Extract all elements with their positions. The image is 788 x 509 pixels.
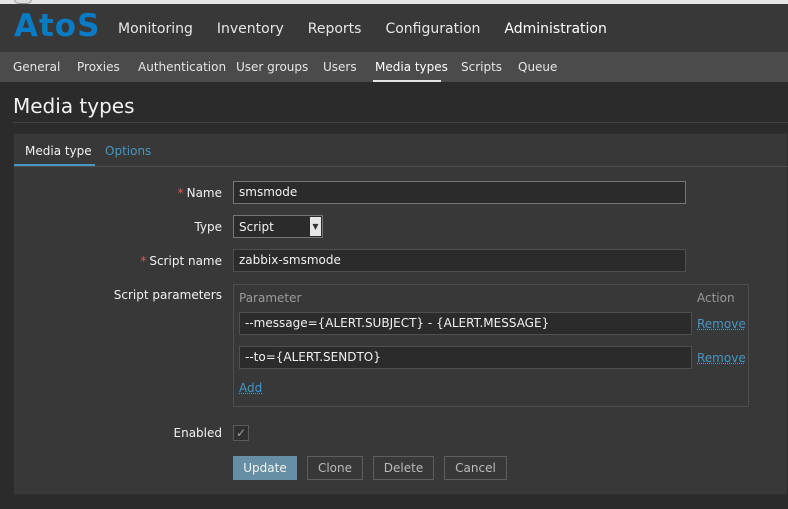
submenu-authentication[interactable]: Authentication xyxy=(138,60,226,74)
submenu-proxies[interactable]: Proxies xyxy=(77,60,120,74)
menu-reports[interactable]: Reports xyxy=(308,21,362,37)
add-parameter-link[interactable]: Add xyxy=(239,381,262,395)
menu-administration[interactable]: Administration xyxy=(504,21,606,37)
name-label: * Name xyxy=(114,186,222,200)
remove-parameter-link[interactable]: Remove xyxy=(697,317,746,331)
name-label-text: Name xyxy=(186,186,222,200)
required-mark: * xyxy=(140,254,147,268)
cancel-button[interactable]: Cancel xyxy=(444,456,507,480)
action-column-header: Action xyxy=(697,291,735,305)
submenu-queue[interactable]: Queue xyxy=(518,60,557,74)
script-name-label-text: Script name xyxy=(149,254,222,268)
script-parameters-label: Script parameters xyxy=(113,288,222,302)
tab-media-type[interactable]: Media type xyxy=(25,144,92,158)
page-title: Media types xyxy=(13,94,135,118)
atos-logo[interactable]: AtoS xyxy=(14,8,100,44)
chevron-down-icon[interactable]: ▼ xyxy=(310,217,321,236)
submenu-users[interactable]: Users xyxy=(323,60,357,74)
submenu-media-types[interactable]: Media types xyxy=(375,60,448,74)
type-label: Type xyxy=(194,220,222,234)
active-submenu-underline xyxy=(373,80,441,82)
title-divider xyxy=(13,122,788,123)
type-select[interactable]: Script ▼ xyxy=(233,215,323,238)
parameter-input[interactable]: --message={ALERT.SUBJECT} - {ALERT.MESSA… xyxy=(239,312,692,335)
script-name-input[interactable]: zabbix-smsmode xyxy=(233,249,686,272)
form-tabs: Media type Options xyxy=(14,134,788,167)
top-navigation: AtoS Monitoring Inventory Reports Config… xyxy=(0,4,788,52)
menu-inventory[interactable]: Inventory xyxy=(217,21,284,37)
main-menu: Monitoring Inventory Reports Configurati… xyxy=(118,21,631,37)
tab-options[interactable]: Options xyxy=(105,144,151,158)
menu-configuration[interactable]: Configuration xyxy=(385,21,480,37)
type-select-value: Script xyxy=(239,220,274,234)
sub-navigation: General Proxies Authentication User grou… xyxy=(0,52,788,82)
active-tab-underline xyxy=(14,164,95,166)
media-type-form-panel: Media type Options * Name smsmode Type Sc… xyxy=(13,133,788,495)
required-mark: * xyxy=(177,186,184,200)
script-name-label: * Script name xyxy=(94,254,222,268)
name-input[interactable]: smsmode xyxy=(233,181,686,204)
delete-button[interactable]: Delete xyxy=(373,456,434,480)
parameter-column-header: Parameter xyxy=(239,291,302,305)
submenu-general[interactable]: General xyxy=(13,60,60,74)
checkmark-icon: ✓ xyxy=(235,426,247,440)
enabled-checkbox[interactable]: ✓ xyxy=(233,425,249,441)
clone-button[interactable]: Clone xyxy=(307,456,363,480)
submenu-scripts[interactable]: Scripts xyxy=(461,60,502,74)
script-parameters-table: Parameter Action --message={ALERT.SUBJEC… xyxy=(233,284,749,407)
menu-monitoring[interactable]: Monitoring xyxy=(118,21,193,37)
enabled-label: Enabled xyxy=(173,426,223,440)
submenu-user-groups[interactable]: User groups xyxy=(236,60,308,74)
update-button[interactable]: Update xyxy=(233,456,297,480)
remove-parameter-link[interactable]: Remove xyxy=(697,351,746,365)
parameter-input[interactable]: --to={ALERT.SENDTO} xyxy=(239,346,692,369)
